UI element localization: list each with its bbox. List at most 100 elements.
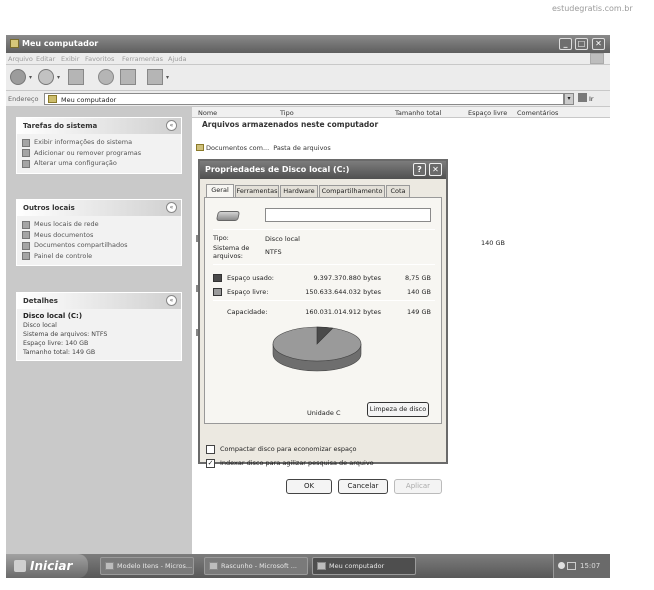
- go-label: Ir: [589, 95, 594, 103]
- window-titlebar[interactable]: Meu computador _ □ ✕: [6, 35, 610, 53]
- start-label: Iniciar: [30, 559, 73, 573]
- tab-cota[interactable]: Cota: [386, 185, 410, 197]
- views-icon[interactable]: [147, 69, 163, 85]
- back-icon[interactable]: [10, 69, 26, 85]
- search-icon[interactable]: [98, 69, 114, 85]
- menu-ferramentas[interactable]: Ferramentas: [122, 55, 163, 63]
- task-label: Meu computador: [329, 562, 385, 570]
- taskbar-item-modelo[interactable]: Modelo Itens - Micros...: [100, 557, 194, 575]
- minimize-button[interactable]: _: [559, 38, 572, 50]
- column-header: Nome Tipo Tamanho total Espaço livre Com…: [192, 107, 610, 118]
- back-dropdown-icon[interactable]: ▾: [29, 74, 32, 81]
- column-total-size[interactable]: Tamanho total: [395, 109, 441, 117]
- menu-exibir[interactable]: Exibir: [61, 55, 79, 63]
- maximize-button[interactable]: □: [575, 38, 588, 50]
- used-space-label: Espaço usado:: [227, 274, 275, 282]
- fs-label-line1: Sistema de: [213, 244, 250, 252]
- start-button[interactable]: Iniciar: [6, 554, 88, 578]
- system-tasks-header[interactable]: Tarefas do sistema «: [17, 118, 181, 134]
- collapse-icon[interactable]: «: [166, 120, 177, 131]
- details-line: Espaço livre: 140 GB: [23, 340, 89, 347]
- watermark: estudegratis.com.br: [552, 4, 633, 13]
- item-name: Documentos com...: [206, 144, 270, 152]
- control-panel-icon: [22, 252, 30, 260]
- other-places-header[interactable]: Outros locais «: [17, 200, 181, 216]
- separator: [213, 229, 435, 230]
- place-network[interactable]: Meus locais de rede: [17, 219, 181, 230]
- place-label: Meus locais de rede: [34, 220, 99, 228]
- cancel-button[interactable]: Cancelar: [338, 479, 388, 494]
- disk-cleanup-button[interactable]: Limpeza de disco: [367, 402, 429, 417]
- task-label: Rascunho - Microsoft ...: [221, 562, 297, 570]
- list-item[interactable]: Documentos com... Pasta de arquivos: [196, 144, 331, 152]
- address-label: Endereço: [8, 95, 39, 103]
- control-panel-icon: [22, 159, 30, 168]
- place-label: Meus documentos: [34, 230, 94, 239]
- toolbar: ▾ ▾ ▾: [6, 65, 610, 91]
- tray-display-icon[interactable]: [567, 562, 576, 570]
- task-label: Adicionar ou remover programas: [34, 148, 142, 157]
- menu-favoritos[interactable]: Favoritos: [85, 55, 114, 63]
- details-line: Disco local: [23, 322, 57, 329]
- network-icon: [22, 220, 30, 229]
- address-dropdown-icon[interactable]: ▾: [564, 93, 574, 105]
- folder-icon: [22, 231, 30, 239]
- drive-name-input[interactable]: [265, 208, 431, 222]
- tab-hardware[interactable]: Hardware: [280, 185, 318, 197]
- details-header[interactable]: Detalhes «: [17, 293, 181, 309]
- free-space-swatch: [213, 288, 222, 296]
- system-tasks-panel: Tarefas do sistema « Exibir informações …: [16, 117, 182, 174]
- forward-icon[interactable]: [38, 69, 54, 85]
- close-button[interactable]: ✕: [592, 38, 605, 50]
- apply-button[interactable]: Aplicar: [394, 479, 442, 494]
- programs-icon: [22, 149, 30, 157]
- taskbar-item-rascunho[interactable]: Rascunho - Microsoft ...: [204, 557, 308, 575]
- address-input[interactable]: Meu computador: [44, 93, 564, 105]
- windows-logo-icon: [590, 53, 604, 64]
- index-checkbox[interactable]: ✓: [206, 459, 215, 468]
- collapse-icon[interactable]: «: [166, 202, 177, 213]
- menu-ajuda[interactable]: Ajuda: [168, 55, 186, 63]
- up-folder-icon[interactable]: [68, 69, 84, 85]
- forward-dropdown-icon[interactable]: ▾: [57, 74, 60, 81]
- tab-geral[interactable]: Geral: [206, 184, 234, 198]
- dialog-title: Propriedades de Disco local (C:): [205, 165, 350, 174]
- tab-ferramentas[interactable]: Ferramentas: [235, 185, 279, 197]
- desktop-screen: Meu computador _ □ ✕ Arquivo Editar Exib…: [6, 35, 610, 578]
- dialog-close-button[interactable]: ✕: [429, 163, 442, 176]
- window-title: Meu computador: [22, 39, 99, 48]
- menu-editar[interactable]: Editar: [36, 55, 55, 63]
- collapse-icon[interactable]: «: [166, 295, 177, 306]
- dialog-titlebar[interactable]: Propriedades de Disco local (C:) ? ✕: [200, 161, 446, 179]
- column-comments[interactable]: Comentários: [517, 109, 558, 117]
- free-space-value: 140 GB: [481, 239, 505, 247]
- views-dropdown-icon[interactable]: ▾: [166, 74, 169, 81]
- taskbar-item-meu-computador[interactable]: Meu computador: [312, 557, 416, 575]
- go-button[interactable]: Ir: [578, 93, 604, 105]
- system-info-icon: [22, 138, 30, 147]
- details-line: Sistema de arquivos: NTFS: [23, 331, 108, 338]
- task-change-setting[interactable]: Alterar uma configuração: [17, 158, 181, 169]
- tab-compartilhamento[interactable]: Compartilhamento: [319, 185, 385, 197]
- compress-checkbox[interactable]: [206, 445, 215, 454]
- details-title: Detalhes: [23, 297, 58, 305]
- task-view-system-info[interactable]: Exibir informações do sistema: [17, 137, 181, 148]
- separator: [213, 264, 435, 265]
- other-places-title: Outros locais: [23, 204, 75, 212]
- windows-flag-icon: [14, 560, 26, 572]
- system-tasks-title: Tarefas do sistema: [23, 122, 98, 130]
- column-free-space[interactable]: Espaço livre: [468, 109, 507, 117]
- place-my-documents[interactable]: Meus documentos: [17, 230, 181, 241]
- help-button[interactable]: ?: [413, 163, 426, 176]
- ok-button[interactable]: OK: [286, 479, 332, 494]
- task-add-remove-programs[interactable]: Adicionar ou remover programas: [17, 148, 181, 159]
- column-type[interactable]: Tipo: [280, 109, 294, 117]
- used-space-bytes: 9.397.370.880 bytes: [313, 274, 381, 282]
- my-computer-icon: [317, 562, 326, 570]
- place-shared-documents[interactable]: Documentos compartilhados: [17, 240, 181, 251]
- column-name[interactable]: Nome: [198, 109, 217, 117]
- tray-icon[interactable]: [558, 562, 565, 569]
- folders-icon[interactable]: [120, 69, 136, 85]
- menu-arquivo[interactable]: Arquivo: [8, 55, 33, 63]
- place-control-panel[interactable]: Painel de controle: [17, 251, 181, 262]
